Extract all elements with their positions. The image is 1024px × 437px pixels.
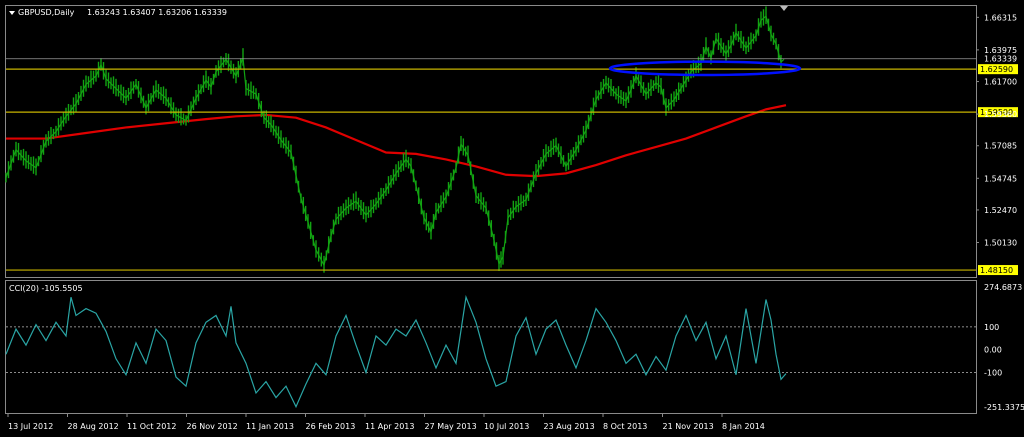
level-label: 1.48150 <box>980 266 1013 275</box>
symbol-title: GBPUSD,Daily <box>18 8 75 17</box>
level-label: 1.62590 <box>980 65 1013 74</box>
price-tick-label: 1.66315 <box>984 13 1017 22</box>
chart-background <box>0 0 1024 437</box>
time-tick-label: 21 Nov 2013 <box>663 422 714 431</box>
time-tick-label: 11 Oct 2012 <box>127 422 176 431</box>
time-tick-label: 11 Jan 2013 <box>246 422 294 431</box>
cci-tick-label: 100 <box>984 323 999 332</box>
time-tick-label: 26 Feb 2013 <box>306 422 356 431</box>
time-tick-label: 26 Nov 2012 <box>187 422 238 431</box>
price-tick-label: 1.61700 <box>984 78 1017 87</box>
cci-tick-label: -251.3375 <box>984 403 1024 412</box>
cci-tick-label: 0.00 <box>984 346 1002 355</box>
ohlc-values: 1.63243 1.63407 1.63206 1.63339 <box>87 8 227 17</box>
price-tick-label: 1.50130 <box>984 238 1017 247</box>
price-tick-label: 1.52470 <box>984 206 1017 215</box>
cci-tick-label: -100 <box>984 368 1002 377</box>
time-tick-label: 13 Jul 2012 <box>8 422 53 431</box>
price-tick-label: 1.63975 <box>984 46 1017 55</box>
cci-tick-label: 274.6873 <box>984 283 1022 292</box>
time-tick-label: 28 Aug 2012 <box>68 422 119 431</box>
current-price-label: 1.63339 <box>984 55 1017 64</box>
chart: GBPUSD,Daily 1.63243 1.63407 1.63206 1.6… <box>0 0 1024 437</box>
price-tick-label: 1.59360 <box>984 110 1017 119</box>
time-tick-label: 23 Aug 2013 <box>544 422 595 431</box>
price-tick-label: 1.54745 <box>984 174 1017 183</box>
time-tick-label: 27 May 2013 <box>425 422 477 431</box>
time-tick-label: 8 Jan 2014 <box>722 422 765 431</box>
time-tick-label: 8 Oct 2013 <box>603 422 647 431</box>
time-tick-label: 11 Apr 2013 <box>365 422 414 431</box>
price-tick-label: 1.57085 <box>984 142 1017 151</box>
time-tick-label: 10 Jul 2013 <box>484 422 529 431</box>
cci-label: CCI(20) -105.5505 <box>9 284 83 293</box>
